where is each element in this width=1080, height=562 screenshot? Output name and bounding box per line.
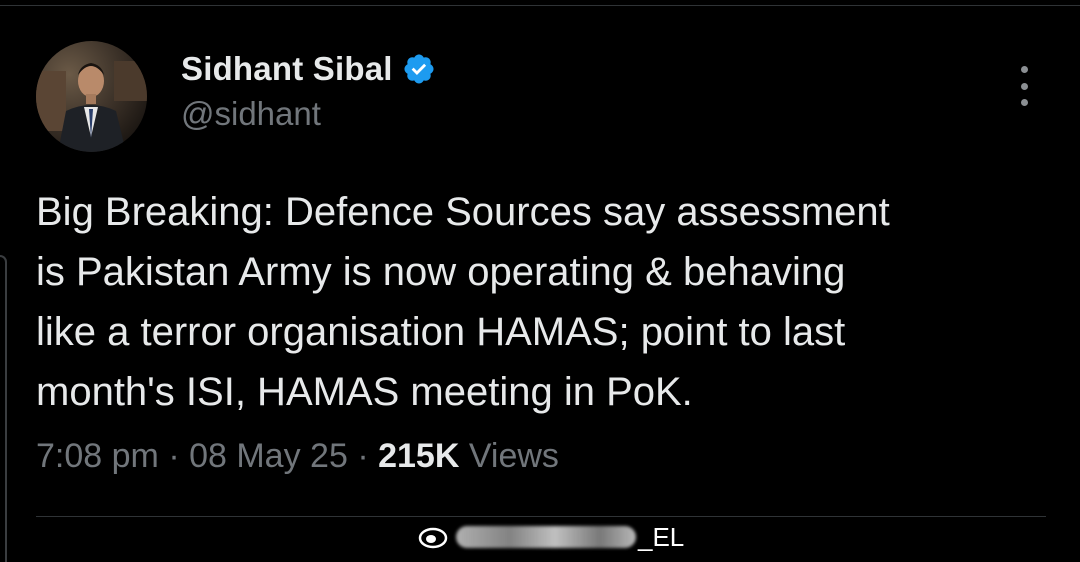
- scroll-edge: [0, 255, 7, 562]
- views-label[interactable]: Views: [469, 437, 559, 475]
- verified-badge-icon: [404, 54, 434, 84]
- views-count[interactable]: 215K: [378, 437, 459, 475]
- avatar[interactable]: [36, 41, 147, 152]
- profile-photo-icon: [36, 41, 147, 152]
- tweet-text-line: like a terror organisation HAMAS; point …: [36, 310, 846, 354]
- meta-separator: ·: [357, 437, 369, 475]
- author-name-row[interactable]: Sidhant Sibal: [181, 50, 436, 88]
- top-divider: [0, 5, 1080, 6]
- bottom-divider: [36, 516, 1046, 517]
- tweet-text: Big Breaking: Defence Sources say assess…: [36, 182, 1046, 422]
- more-options-icon[interactable]: [1012, 66, 1036, 106]
- author-handle[interactable]: @sidhant: [181, 95, 321, 133]
- tweet-text-line: month's ISI, HAMAS meeting in PoK.: [36, 370, 693, 414]
- more-dot: [1020, 82, 1028, 90]
- watermark-blurred-name: [456, 526, 636, 548]
- tweet-text-line: Big Breaking: Defence Sources say assess…: [36, 190, 890, 234]
- watermark-text: _EL: [638, 521, 685, 552]
- tweet-meta: 7:08 pm · 08 May 25 · 215K Views: [36, 437, 559, 476]
- more-dot: [1020, 66, 1028, 73]
- watermark-logo-icon: [418, 527, 448, 549]
- tweet-time[interactable]: 7:08 pm: [36, 437, 159, 475]
- meta-separator: ·: [168, 437, 180, 475]
- tweet-date[interactable]: 08 May 25: [189, 437, 348, 475]
- tweet-text-line: is Pakistan Army is now operating & beha…: [36, 250, 846, 294]
- more-dot: [1020, 99, 1028, 106]
- watermark: _EL: [418, 520, 684, 554]
- author-name[interactable]: Sidhant Sibal: [181, 50, 393, 88]
